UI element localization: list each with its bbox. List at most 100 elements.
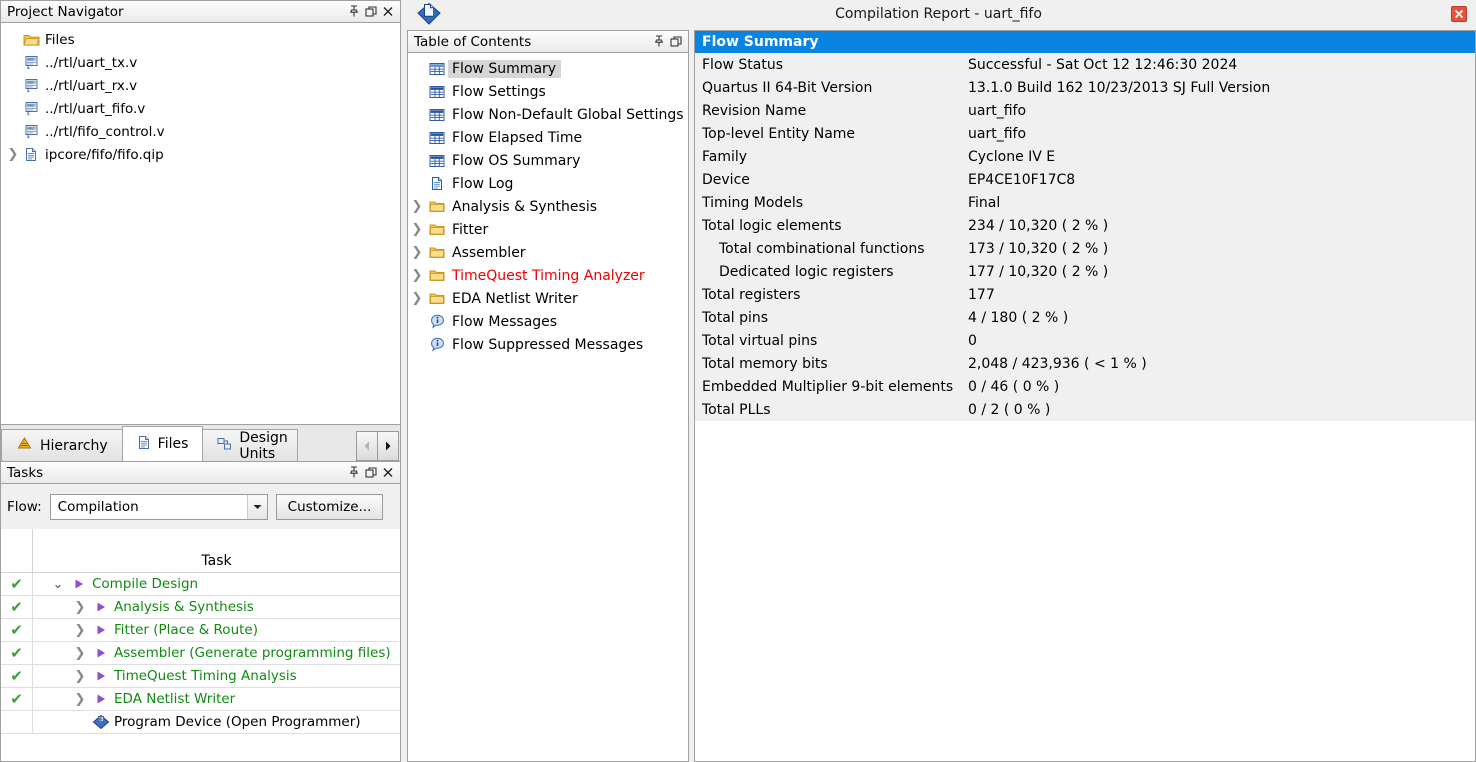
chevron-right-icon[interactable]: ❯ (69, 623, 91, 638)
restore-icon[interactable] (365, 5, 377, 18)
pin-icon[interactable] (348, 5, 360, 18)
play-icon[interactable] (91, 624, 111, 636)
toc-item-flow-suppressed-messages[interactable]: Flow Suppressed Messages (408, 333, 688, 356)
file-row-uart-tx[interactable]: abc ../rtl/uart_tx.v (1, 51, 400, 74)
toc-item-label: Flow Log (452, 175, 514, 192)
toc-item-flow-non-default-global-settings[interactable]: Flow Non-Default Global Settings (408, 103, 688, 126)
toc-item-analysis-synthesis[interactable]: ❯ Analysis & Synthesis (408, 195, 688, 218)
program-device-icon[interactable] (91, 714, 111, 731)
report-rows: Flow Status Successful - Sat Oct 12 12:4… (695, 53, 1475, 421)
toc-item-flow-log[interactable]: Flow Log (408, 172, 688, 195)
chevron-down-icon[interactable]: ⌄ (47, 577, 69, 592)
task-column-header: Task (201, 553, 232, 569)
table-row[interactable]: ✔ ❯ Fitter (Place & Route) (1, 619, 400, 642)
window-title-bar: Compilation Report - uart_fifo (401, 0, 1476, 28)
toc-item-flow-settings[interactable]: Flow Settings (408, 80, 688, 103)
table-row[interactable]: ✔ ⌄ Compile Design (1, 573, 400, 596)
file-row-fifo-qip[interactable]: ❯ ipcore/fifo/fifo.qip (1, 143, 400, 166)
play-icon[interactable] (69, 578, 89, 590)
table-of-contents-panel: Table of Contents Flow Summary Flow Sett… (407, 30, 689, 762)
chevron-right-icon[interactable]: ❯ (408, 245, 426, 260)
restore-icon[interactable] (670, 35, 682, 48)
chevron-right-icon[interactable]: ❯ (69, 600, 91, 615)
chevron-right-icon[interactable]: ❯ (69, 646, 91, 661)
chevron-right-icon[interactable]: ❯ (69, 669, 91, 684)
chevron-right-icon[interactable]: ❯ (408, 199, 426, 214)
folder-icon (426, 200, 448, 213)
table-row: Flow Status Successful - Sat Oct 12 12:4… (695, 53, 1475, 76)
right-arrow-icon[interactable] (377, 431, 399, 461)
toc-item-flow-summary[interactable]: Flow Summary (408, 57, 688, 80)
report-key: Total pins (702, 309, 769, 326)
pin-icon[interactable] (348, 466, 360, 479)
tab-design-units[interactable]: Design Units (202, 429, 299, 461)
chevron-right-icon[interactable]: ❯ (408, 291, 426, 306)
chevron-right-icon[interactable]: ❯ (5, 147, 21, 162)
chevron-right-icon[interactable]: ❯ (69, 692, 91, 707)
pin-icon[interactable] (653, 35, 665, 48)
report-header: Flow Summary (695, 31, 1475, 53)
tree-root-label: Files (45, 31, 75, 48)
project-navigator-tree[interactable]: Files abc ../rtl/uart_tx.v abc ../rtl/ua… (0, 23, 401, 425)
toc-item-flow-messages[interactable]: Flow Messages (408, 310, 688, 333)
table-row: Family Cyclone IV E (695, 145, 1475, 168)
toc-item-assembler[interactable]: ❯ Assembler (408, 241, 688, 264)
chevron-down-icon[interactable] (246, 494, 267, 519)
status-check-icon: ✔ (1, 596, 33, 618)
chevron-right-icon[interactable]: ❯ (408, 268, 426, 283)
tab-hierarchy[interactable]: Hierarchy (1, 429, 123, 461)
play-icon[interactable] (91, 601, 111, 613)
table-row[interactable]: ✔ ❯ EDA Netlist Writer (1, 688, 400, 711)
toc-item-flow-elapsed-time[interactable]: Flow Elapsed Time (408, 126, 688, 149)
report-value: uart_fifo (968, 125, 1027, 142)
customize-button[interactable]: Customize... (275, 493, 384, 520)
file-row-uart-rx[interactable]: abc ../rtl/uart_rx.v (1, 74, 400, 97)
report-value: 0 / 2 ( 0 % ) (968, 401, 1051, 418)
folder-icon (426, 269, 448, 282)
tasks-caption: Tasks (0, 461, 401, 484)
table-row: Dedicated logic registers 177 / 10,320 (… (695, 260, 1475, 283)
chevron-right-icon[interactable]: ❯ (408, 222, 426, 237)
toc-item-eda-netlist-writer[interactable]: ❯ EDA Netlist Writer (408, 287, 688, 310)
play-icon[interactable] (91, 693, 111, 705)
table-row[interactable]: ✔ ❯ Assembler (Generate programming file… (1, 642, 400, 665)
flow-select[interactable]: Compilation (49, 493, 268, 520)
toc-tree[interactable]: Flow Summary Flow Settings Flow Non-Defa… (407, 53, 689, 762)
file-label: ../rtl/fifo_control.v (45, 123, 165, 140)
verilog-file-icon: abc (21, 55, 41, 70)
play-icon[interactable] (91, 670, 111, 682)
tab-files[interactable]: Files (121, 426, 204, 461)
folder-icon (426, 223, 448, 236)
status-check-icon: ✔ (1, 642, 33, 664)
report-key: Flow Status (702, 56, 784, 73)
report-key: Embedded Multiplier 9-bit elements (702, 378, 954, 395)
folder-open-icon (21, 33, 41, 47)
document-file-icon (21, 147, 41, 162)
toc-item-flow-os-summary[interactable]: Flow OS Summary (408, 149, 688, 172)
table-row: Top-level Entity Name uart_fifo (695, 122, 1475, 145)
table-row[interactable]: Program Device (Open Programmer) (1, 711, 400, 734)
navigator-tabs: Hierarchy Files Design Units (0, 425, 401, 461)
left-arrow-icon[interactable] (356, 431, 378, 461)
table-row[interactable]: ✔ ❯ Analysis & Synthesis (1, 596, 400, 619)
toc-item-label: Flow Messages (452, 313, 558, 330)
report-key: Dedicated logic registers (719, 263, 894, 280)
close-icon[interactable] (382, 5, 394, 18)
file-row-uart-fifo[interactable]: abc ../rtl/uart_fifo.v (1, 97, 400, 120)
report-table-icon (426, 154, 448, 168)
tree-root-files[interactable]: Files (1, 28, 400, 51)
close-icon[interactable] (382, 466, 394, 479)
report-key: Total logic elements (702, 217, 842, 234)
toc-item-fitter[interactable]: ❯ Fitter (408, 218, 688, 241)
hierarchy-icon (16, 436, 33, 455)
file-row-fifo-control[interactable]: abc ../rtl/fifo_control.v (1, 120, 400, 143)
table-row[interactable]: ✔ ❯ TimeQuest Timing Analysis (1, 665, 400, 688)
close-icon[interactable] (1451, 6, 1467, 22)
tasks-toolbar: Flow: Compilation Customize... (0, 484, 401, 529)
table-row: Revision Name uart_fifo (695, 99, 1475, 122)
play-icon[interactable] (91, 647, 111, 659)
toc-item-timequest-timing-analyzer[interactable]: ❯ TimeQuest Timing Analyzer (408, 264, 688, 287)
files-icon (137, 435, 151, 454)
project-navigator-panel: Project Navigator Files abc ../rtl/uart_… (0, 0, 401, 425)
restore-icon[interactable] (365, 466, 377, 479)
